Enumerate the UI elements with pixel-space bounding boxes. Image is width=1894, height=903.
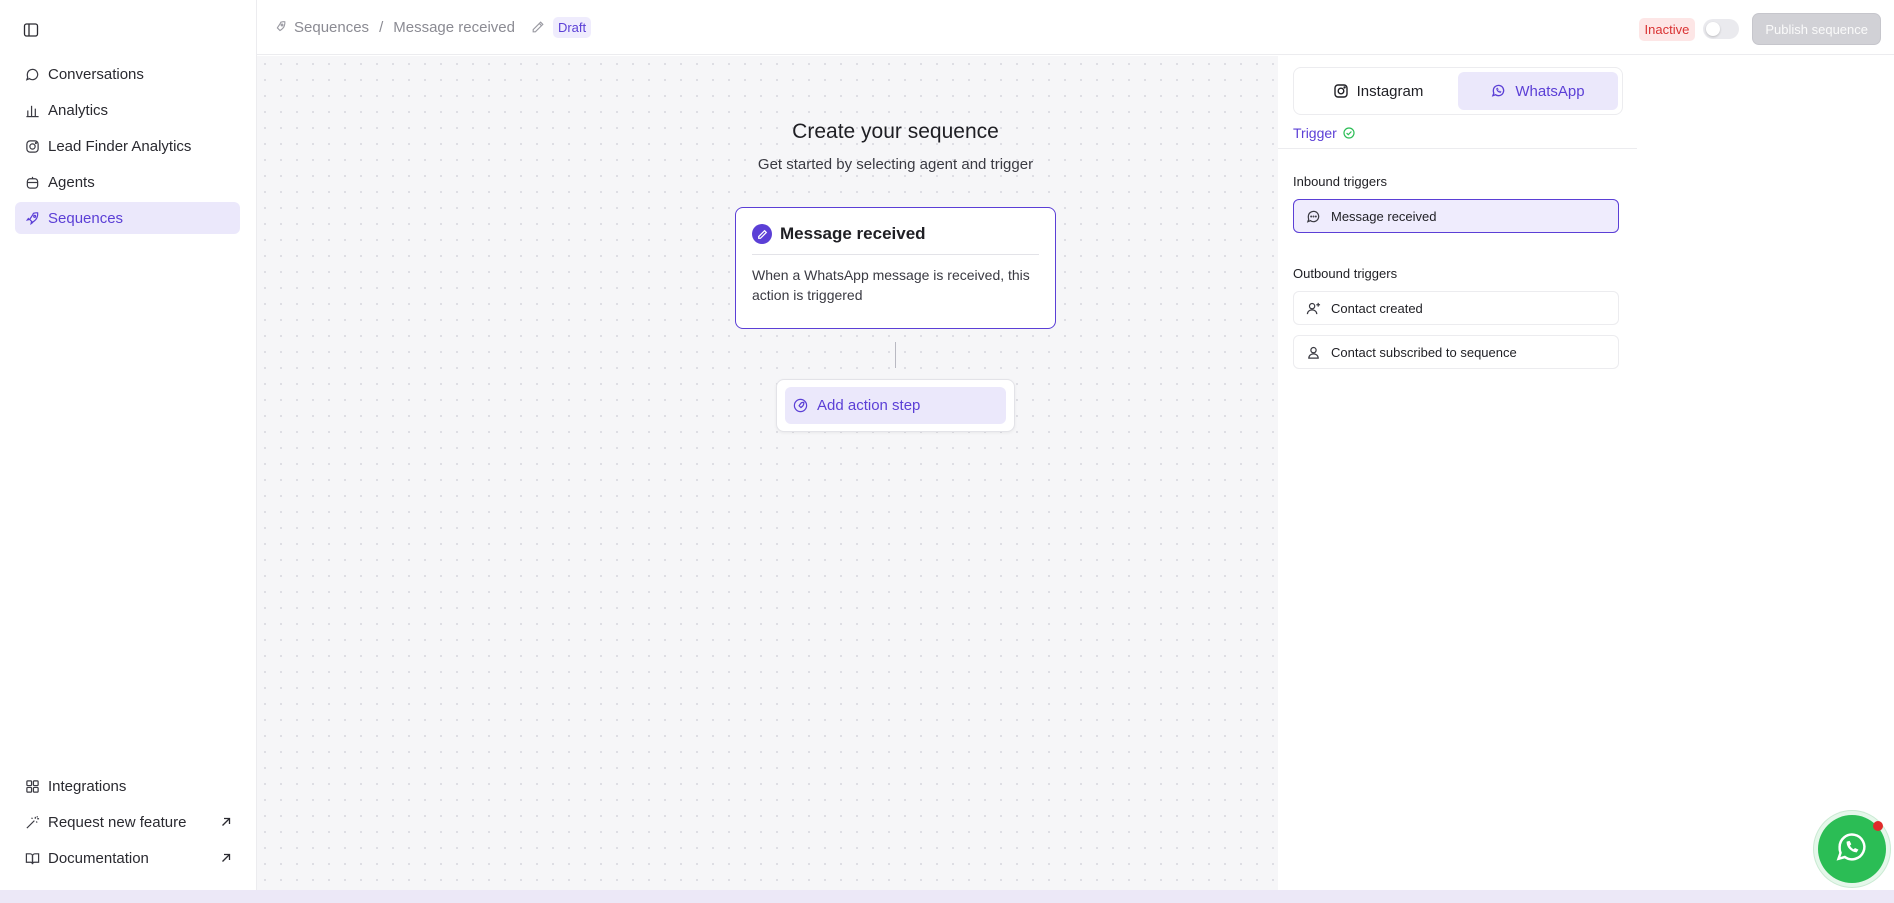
breadcrumb: Sequences / Message received: [273, 19, 515, 36]
active-status-badge: Inactive: [1638, 17, 1696, 41]
inbound-triggers-title: Inbound triggers: [1293, 174, 1387, 189]
sidebar-item-label: Request new feature: [48, 813, 187, 831]
sidebar-item-label: Sequences: [48, 209, 124, 227]
publish-sequence-button[interactable]: Publish sequence: [1753, 14, 1880, 44]
trigger-card-description: When a WhatsApp message is received, thi…: [752, 267, 1030, 303]
sidebar-item-conversations[interactable]: Conversations: [15, 58, 240, 90]
bar-chart-icon: [24, 102, 40, 118]
tab-instagram[interactable]: Instagram: [1298, 72, 1458, 110]
trigger-card-title: Message received: [780, 224, 926, 243]
active-toggle[interactable]: [1703, 19, 1740, 39]
trigger-tab-label: Trigger: [1293, 125, 1337, 141]
sidebar-bottom-nav: Integrations Request new feature Documen…: [15, 770, 240, 878]
add-step-container: Add action step: [776, 379, 1015, 432]
main-area: Sequences / Message received Draft Inact…: [257, 0, 1894, 890]
tab-whatsapp[interactable]: WhatsApp: [1458, 72, 1618, 110]
sidebar-toggle-icon[interactable]: [20, 19, 42, 41]
pencil-icon: [752, 224, 772, 244]
trigger-panel: Instagram WhatsApp Trigger Inbound trigg…: [1278, 56, 1637, 890]
rocket-icon: [793, 398, 808, 413]
sidebar-item-label: Lead Finder Analytics: [48, 137, 192, 155]
top-actions: Inactive Publish sequence: [1638, 14, 1880, 44]
trigger-option-label: Message received: [1331, 208, 1437, 224]
outbound-triggers-title: Outbound triggers: [1293, 266, 1398, 281]
sidebar-item-label: Analytics: [48, 101, 109, 119]
book-icon: [24, 850, 40, 866]
top-bar: Sequences / Message received Draft Inact…: [257, 0, 1894, 55]
grid-icon: [24, 778, 40, 794]
trigger-option-message-received[interactable]: Message received: [1293, 199, 1619, 233]
channel-tabs: Instagram WhatsApp: [1293, 67, 1623, 115]
sidebar-item-request-new-feature[interactable]: Request new feature: [15, 806, 240, 838]
instagram-icon: [1333, 83, 1349, 99]
sidebar-item-lead-finder-analytics[interactable]: Lead Finder Analytics: [15, 130, 240, 162]
trigger-option-contact-created[interactable]: Contact created: [1293, 291, 1619, 325]
pencil-icon[interactable]: [531, 20, 545, 34]
trigger-option-contact-subscribed[interactable]: Contact subscribed to sequence: [1293, 335, 1619, 369]
bot-icon: [24, 174, 40, 190]
sidebar-item-label: Conversations: [48, 65, 144, 83]
sidebar-item-label: Documentation: [48, 849, 149, 867]
message-icon: [1306, 209, 1321, 224]
sidebar-item-label: Integrations: [48, 777, 127, 795]
sidebar-item-analytics[interactable]: Analytics: [15, 94, 240, 126]
external-link-icon: [220, 816, 232, 828]
tab-trigger[interactable]: Trigger: [1293, 125, 1355, 141]
trigger-option-label: Contact subscribed to sequence: [1331, 344, 1517, 360]
check-circle-icon: [1343, 127, 1355, 139]
sidebar-item-label: Agents: [48, 173, 95, 191]
user-icon: [1306, 345, 1321, 360]
sidebar-item-agents[interactable]: Agents: [15, 166, 240, 198]
trigger-card[interactable]: Message received When a WhatsApp message…: [735, 207, 1056, 329]
add-action-step-label: Add action step: [817, 397, 921, 414]
tab-label: WhatsApp: [1515, 82, 1585, 100]
breadcrumb-separator: /: [379, 18, 384, 36]
rocket-icon: [273, 20, 287, 34]
sidebar: Conversations Analytics Lead Finder Anal…: [0, 0, 257, 890]
external-link-icon: [220, 852, 232, 864]
whatsapp-icon: [1834, 829, 1870, 870]
flow-connector: [895, 342, 896, 368]
instagram-icon: [24, 138, 40, 154]
divider: [1278, 148, 1637, 149]
chat-icon: [24, 66, 40, 82]
sidebar-item-integrations[interactable]: Integrations: [15, 770, 240, 802]
trigger-option-label: Contact created: [1331, 300, 1423, 316]
rocket-icon: [24, 210, 40, 226]
add-action-step-button[interactable]: Add action step: [785, 387, 1006, 424]
sidebar-item-documentation[interactable]: Documentation: [15, 842, 240, 874]
user-plus-icon: [1306, 301, 1321, 316]
notification-dot: [1873, 821, 1883, 831]
status-badge: Draft: [552, 16, 592, 38]
sidebar-item-sequences[interactable]: Sequences: [15, 202, 240, 234]
whatsapp-icon: [1491, 83, 1507, 99]
breadcrumb-sequences[interactable]: Sequences: [294, 19, 369, 36]
app-window: Conversations Analytics Lead Finder Anal…: [0, 0, 1894, 890]
toggle-knob: [1706, 22, 1721, 36]
breadcrumb-current: Message received: [393, 18, 515, 36]
tab-label: Instagram: [1356, 82, 1424, 100]
wand-icon: [24, 814, 40, 830]
sidebar-nav: Conversations Analytics Lead Finder Anal…: [15, 58, 240, 238]
